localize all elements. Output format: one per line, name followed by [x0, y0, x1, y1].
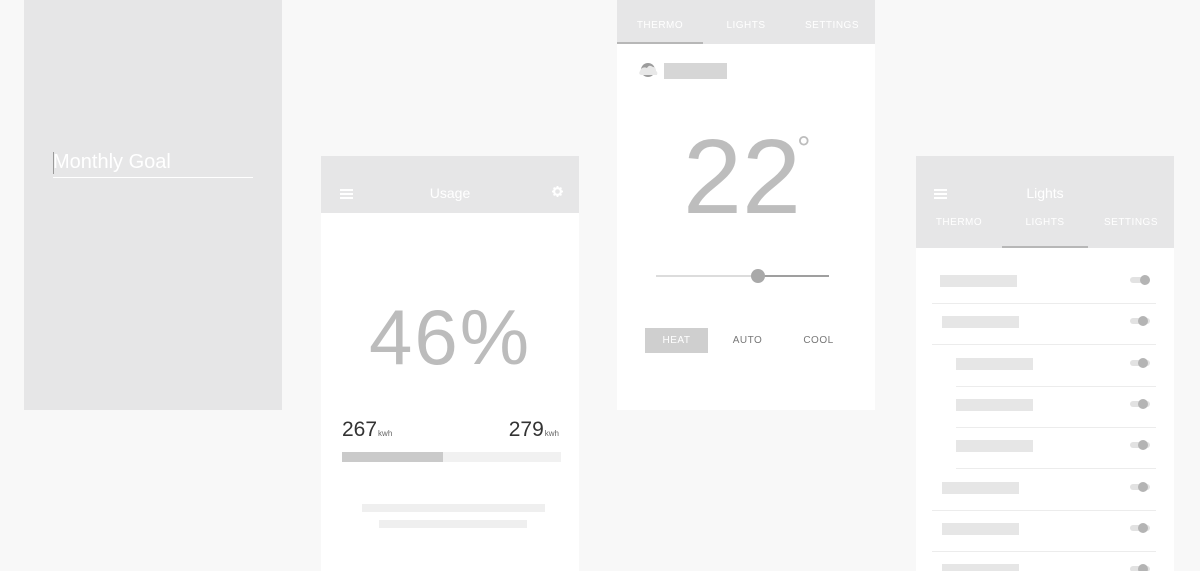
tab-settings[interactable]: SETTINGS — [789, 0, 875, 44]
light-toggle[interactable] — [1130, 315, 1150, 327]
light-name-placeholder — [942, 482, 1019, 494]
temperature-slider-fill — [758, 275, 829, 277]
current-usage: 267kwh — [342, 418, 392, 442]
thermostat-panel: THERMO LIGHTS SETTINGS 22 ° HEAT AUTO CO… — [617, 0, 875, 410]
light-name-placeholder — [940, 275, 1017, 287]
light-name-placeholder — [956, 440, 1033, 452]
target-usage-unit: kwh — [544, 429, 559, 438]
light-list-item[interactable] — [932, 511, 1156, 552]
placeholder-text-line — [362, 504, 545, 512]
monthly-goal-panel — [24, 0, 282, 410]
current-usage-unit: kwh — [378, 429, 393, 438]
light-list-item[interactable] — [956, 346, 1156, 387]
degree-symbol: ° — [797, 130, 811, 168]
light-name-placeholder — [942, 564, 1019, 571]
tab-settings[interactable]: SETTINGS — [1088, 204, 1174, 248]
temperature-slider-handle[interactable] — [751, 269, 765, 283]
light-list-item[interactable] — [956, 387, 1156, 428]
temperature-value: 22 — [683, 118, 801, 236]
text-cursor — [53, 152, 54, 174]
light-name-placeholder — [956, 358, 1033, 370]
light-list-item[interactable] — [932, 470, 1156, 511]
tab-thermo[interactable]: THERMO — [617, 0, 703, 44]
light-name-placeholder — [942, 316, 1019, 328]
tab-lights[interactable]: LIGHTS — [1002, 204, 1088, 248]
light-list-item[interactable] — [932, 263, 1156, 304]
light-toggle[interactable] — [1130, 481, 1150, 493]
usage-percent: 46% — [368, 293, 532, 381]
mode-auto-button[interactable]: AUTO — [716, 328, 779, 353]
lights-title: Lights — [1026, 185, 1064, 201]
light-toggle[interactable] — [1130, 357, 1150, 369]
light-list-item[interactable] — [932, 552, 1156, 571]
light-list-item[interactable] — [932, 304, 1156, 345]
light-name-placeholder — [942, 523, 1019, 535]
current-usage-value: 267 — [342, 418, 378, 441]
placeholder-text-line — [379, 520, 527, 528]
mode-cool-button[interactable]: COOL — [787, 328, 850, 353]
monthly-goal-input[interactable] — [53, 148, 253, 178]
light-toggle[interactable] — [1130, 522, 1150, 534]
weather-label-placeholder — [664, 63, 727, 79]
gear-icon[interactable] — [552, 186, 563, 197]
tab-lights[interactable]: LIGHTS — [703, 0, 789, 44]
target-usage: 279kwh — [509, 418, 559, 442]
partly-cloudy-icon — [636, 61, 660, 79]
mode-heat-button[interactable]: HEAT — [645, 328, 708, 353]
usage-header: Usage — [321, 156, 579, 213]
usage-progress-fill — [342, 452, 443, 462]
target-usage-value: 279 — [508, 418, 544, 441]
thermostat-tab-bar: THERMO LIGHTS SETTINGS — [617, 0, 875, 44]
light-toggle[interactable] — [1130, 398, 1150, 410]
light-toggle[interactable] — [1130, 563, 1150, 571]
light-name-placeholder — [956, 399, 1033, 411]
usage-progress-bar — [342, 452, 561, 462]
light-list-item[interactable] — [956, 428, 1156, 469]
gear-icon-graphic — [552, 186, 563, 197]
tab-thermo[interactable]: THERMO — [916, 204, 1002, 248]
lights-panel: Lights THERMO LIGHTS SETTINGS — [916, 156, 1174, 571]
usage-panel: Usage 46% 267kwh 279kwh — [321, 156, 579, 571]
lights-header: Lights THERMO LIGHTS SETTINGS — [916, 156, 1174, 248]
light-toggle[interactable] — [1130, 439, 1150, 451]
light-toggle[interactable] — [1130, 274, 1150, 286]
usage-title: Usage — [429, 185, 471, 201]
partly-cloudy-icon-graphic — [639, 63, 658, 77]
